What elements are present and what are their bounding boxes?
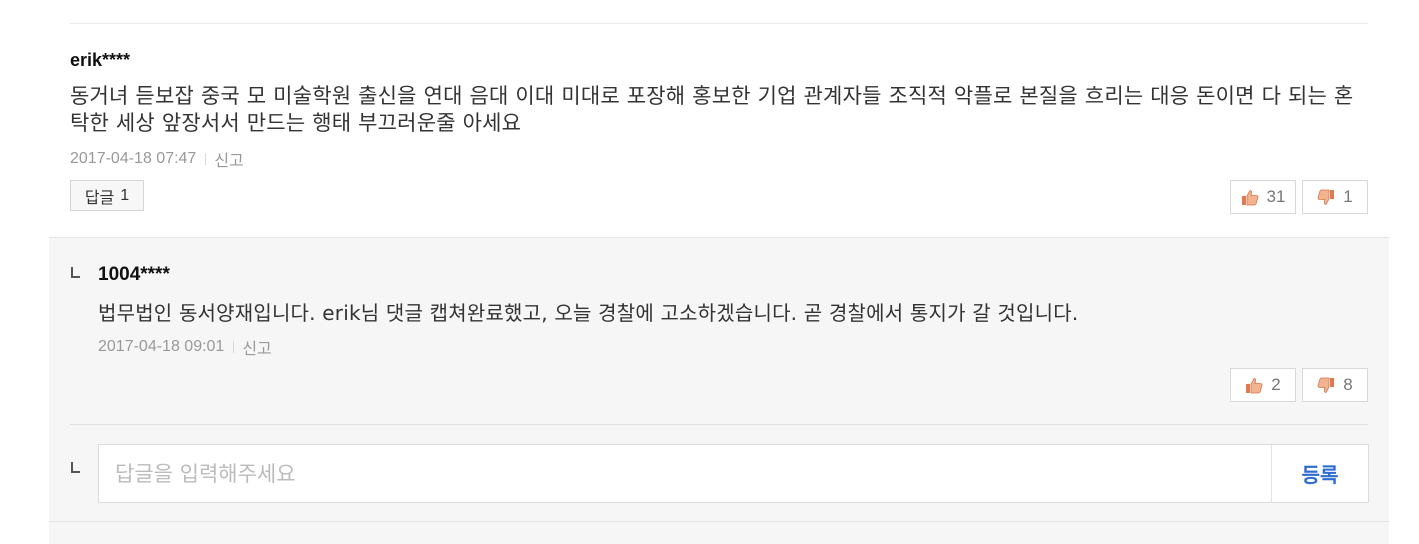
report-link[interactable]: 신고 [214,147,243,171]
reply-like-button[interactable]: 2 [1230,368,1296,402]
reply-toggle-button[interactable]: 답글 1 [70,180,144,211]
comment: erik**** 동거녀 듣보잡 중국 모 미술학원 출신을 연대 음대 이대 … [70,24,1368,214]
reply-author: 1004**** [98,264,170,285]
thumbs-up-icon [1241,189,1258,205]
submit-reply-button[interactable]: 등록 [1271,445,1368,502]
like-count: 31 [1266,187,1286,206]
thumbs-up-icon [1246,377,1263,393]
reply-like-count: 2 [1271,375,1281,394]
reply-input[interactable] [99,445,1271,502]
meta-separator [205,153,207,165]
reply-date: 2017-04-18 09:01 [98,338,225,355]
reply-corner-icon [71,267,80,278]
comment-meta: 2017-04-18 07:47 신고 [70,147,244,171]
reply-dislike-count: 8 [1343,375,1353,394]
reply-divider [70,424,1368,425]
reply-dislike-button[interactable]: 8 [1302,368,1368,402]
reply-form: 등록 [98,444,1369,503]
thumbs-down-icon [1317,189,1335,205]
reply-body: 법무법인 동서양재입니다. erik님 댓글 캡쳐완료했고, 오늘 경찰에 고소… [98,301,1079,325]
reply-input-corner-icon [71,462,80,473]
dislike-button[interactable]: 1 [1302,180,1368,214]
comment-author: erik**** [70,50,131,70]
reply-report-link[interactable]: 신고 [242,335,271,359]
comment-body: 동거녀 듣보잡 중국 모 미술학원 출신을 연대 음대 이대 미대로 포장해 홍… [70,84,1354,135]
reply-area: 1004**** 법무법인 동서양재입니다. erik님 댓글 캡쳐완료했고, … [49,237,1389,544]
meta-separator [233,341,235,353]
reply-button-label: 답글 [84,187,115,207]
reply-meta: 2017-04-18 09:01 신고 [98,335,272,359]
comment-date: 2017-04-18 07:47 [70,150,197,167]
reply-area-bottom-border [49,521,1389,522]
thumbs-down-icon [1317,377,1335,393]
reply-count: 1 [120,186,130,204]
like-button[interactable]: 31 [1230,180,1296,214]
dislike-count: 1 [1343,187,1353,206]
